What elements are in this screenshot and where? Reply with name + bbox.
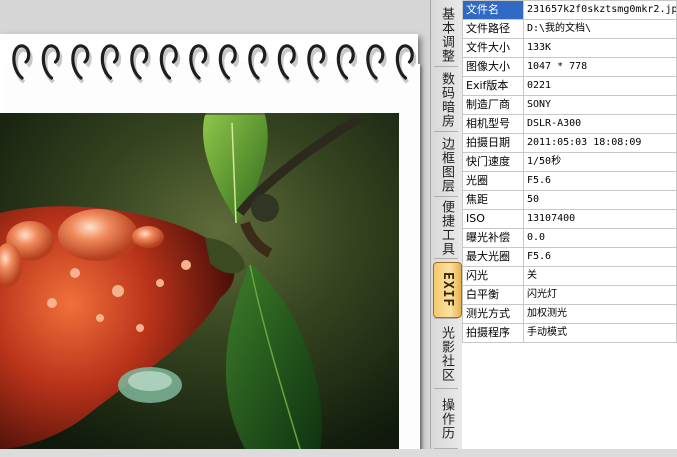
- exif-panel: 文件名 231657k2f0skztsmg0mkr2.jp 文件路径 D:\我的文档\…: [462, 0, 677, 449]
- exif-row[interactable]: 拍摄日期 2011:05:03 18:08:09: [462, 133, 677, 153]
- exif-key: 拍摄程序: [462, 323, 524, 343]
- exif-row[interactable]: Exif版本 0221: [462, 76, 677, 96]
- exif-row[interactable]: 拍摄程序 手动模式: [462, 323, 677, 343]
- exif-empty-row: [463, 400, 677, 419]
- exif-value: 关: [523, 266, 677, 286]
- exif-key: 白平衡: [462, 285, 524, 305]
- exif-empty-row: [463, 381, 677, 400]
- exif-key: 制造厂商: [462, 95, 524, 115]
- exif-value: 1047 * 778: [523, 57, 677, 77]
- exif-key: 闪光: [462, 266, 524, 286]
- exif-key: 文件名: [462, 0, 524, 20]
- exif-key: 最大光圈: [462, 247, 524, 267]
- tab-1[interactable]: 数码暗房: [433, 67, 460, 132]
- exif-row[interactable]: 白平衡 闪光灯: [462, 285, 677, 305]
- spiral-ring-icon: [189, 44, 210, 84]
- exif-value: SONY: [523, 95, 677, 115]
- photo[interactable]: [0, 113, 399, 449]
- exif-value: 手动模式: [523, 323, 677, 343]
- exif-row[interactable]: 快门速度 1/50秒: [462, 152, 677, 172]
- tab-0[interactable]: 基本调整: [433, 2, 460, 67]
- spiral-ring-icon: [12, 44, 33, 84]
- spiral-ring-icon: [277, 44, 299, 84]
- exif-value: DSLR-A300: [523, 114, 677, 134]
- tab-4[interactable]: EXIF: [433, 262, 462, 318]
- exif-value: 1/50秒: [523, 152, 677, 172]
- exif-value: 加权测光: [523, 304, 677, 324]
- exif-value: D:\我的文档\: [523, 19, 677, 39]
- tab-6[interactable]: 操作历: [433, 389, 460, 449]
- exif-key: 曝光补偿: [462, 228, 524, 248]
- spiral-ring-icon: [366, 44, 387, 84]
- exif-row[interactable]: 制造厂商 SONY: [462, 95, 677, 115]
- exif-key: Exif版本: [462, 76, 524, 96]
- exif-key: 拍摄日期: [462, 133, 524, 153]
- exif-empty-row: [463, 343, 677, 362]
- exif-empty-row: [463, 419, 677, 438]
- spiral-ring-icon: [41, 44, 63, 84]
- tab-3[interactable]: 便捷工具: [433, 197, 460, 259]
- exif-value: 闪光灯: [523, 285, 677, 305]
- exif-row[interactable]: 文件名 231657k2f0skztsmg0mkr2.jp: [462, 0, 677, 20]
- exif-key: ISO: [462, 209, 524, 229]
- exif-row[interactable]: 曝光补偿 0.0: [462, 228, 677, 248]
- tab-divider: [434, 258, 458, 259]
- exif-value: 50: [523, 190, 677, 210]
- exif-row[interactable]: 文件路径 D:\我的文档\: [462, 19, 677, 39]
- spiral-binding: [12, 44, 417, 84]
- exif-row[interactable]: 最大光圈 F5.6: [462, 247, 677, 267]
- exif-row[interactable]: 闪光关: [462, 266, 677, 286]
- exif-row[interactable]: 图像大小 1047 * 778: [462, 57, 677, 77]
- exif-key: 光圈: [462, 171, 524, 191]
- exif-value: 2011:05:03 18:08:09: [523, 133, 677, 153]
- spiral-ring-icon: [248, 44, 269, 84]
- exif-key: 快门速度: [462, 152, 524, 172]
- exif-key: 相机型号: [462, 114, 524, 134]
- exif-empty-row: [463, 362, 677, 381]
- exif-row[interactable]: 测光方式 加权测光: [462, 304, 677, 324]
- exif-row[interactable]: 焦距 50: [462, 190, 677, 210]
- exif-row[interactable]: 光圈 F5.6: [462, 171, 677, 191]
- spiral-ring-icon: [307, 44, 328, 84]
- exif-value: F5.6: [523, 171, 677, 191]
- spiral-ring-icon: [218, 44, 240, 84]
- exif-key: 文件大小: [462, 38, 524, 58]
- exif-value: F5.6: [523, 247, 677, 267]
- exif-row[interactable]: 文件大小 133K: [462, 38, 677, 58]
- spiral-ring-icon: [71, 44, 92, 84]
- exif-value: 13107400: [523, 209, 677, 229]
- exif-key: 文件路径: [462, 19, 524, 39]
- exif-key: 图像大小: [462, 57, 524, 77]
- exif-empty-row: [463, 438, 677, 457]
- spiral-ring-icon: [130, 44, 151, 84]
- exif-value: 231657k2f0skztsmg0mkr2.jp: [523, 0, 677, 20]
- exif-value: 0221: [523, 76, 677, 96]
- spiral-ring-icon: [100, 44, 122, 84]
- tab-2[interactable]: 边框图层: [433, 132, 460, 197]
- exif-value: 0.0: [523, 228, 677, 248]
- exif-table: 文件名 231657k2f0skztsmg0mkr2.jp 文件路径 D:\我的文档\…: [462, 0, 677, 457]
- image-canvas[interactable]: [0, 0, 430, 449]
- exif-key: 测光方式: [462, 304, 524, 324]
- exif-key: 焦距: [462, 190, 524, 210]
- tab-5[interactable]: 光影社区: [433, 319, 460, 389]
- spiral-ring-icon: [159, 44, 181, 84]
- exif-row[interactable]: 相机型号 DSLR-A300: [462, 114, 677, 134]
- exif-row[interactable]: ISO 13107400: [462, 209, 677, 229]
- panel-tab-strip: 基本调整 数码暗房 边框图层 便捷工具 EXIF 光影社区 操作历: [430, 0, 462, 449]
- photo-image: [0, 113, 399, 449]
- spiral-ring-icon: [336, 44, 358, 84]
- spiral-ring-icon: [395, 44, 417, 84]
- exif-value: 133K: [523, 38, 677, 58]
